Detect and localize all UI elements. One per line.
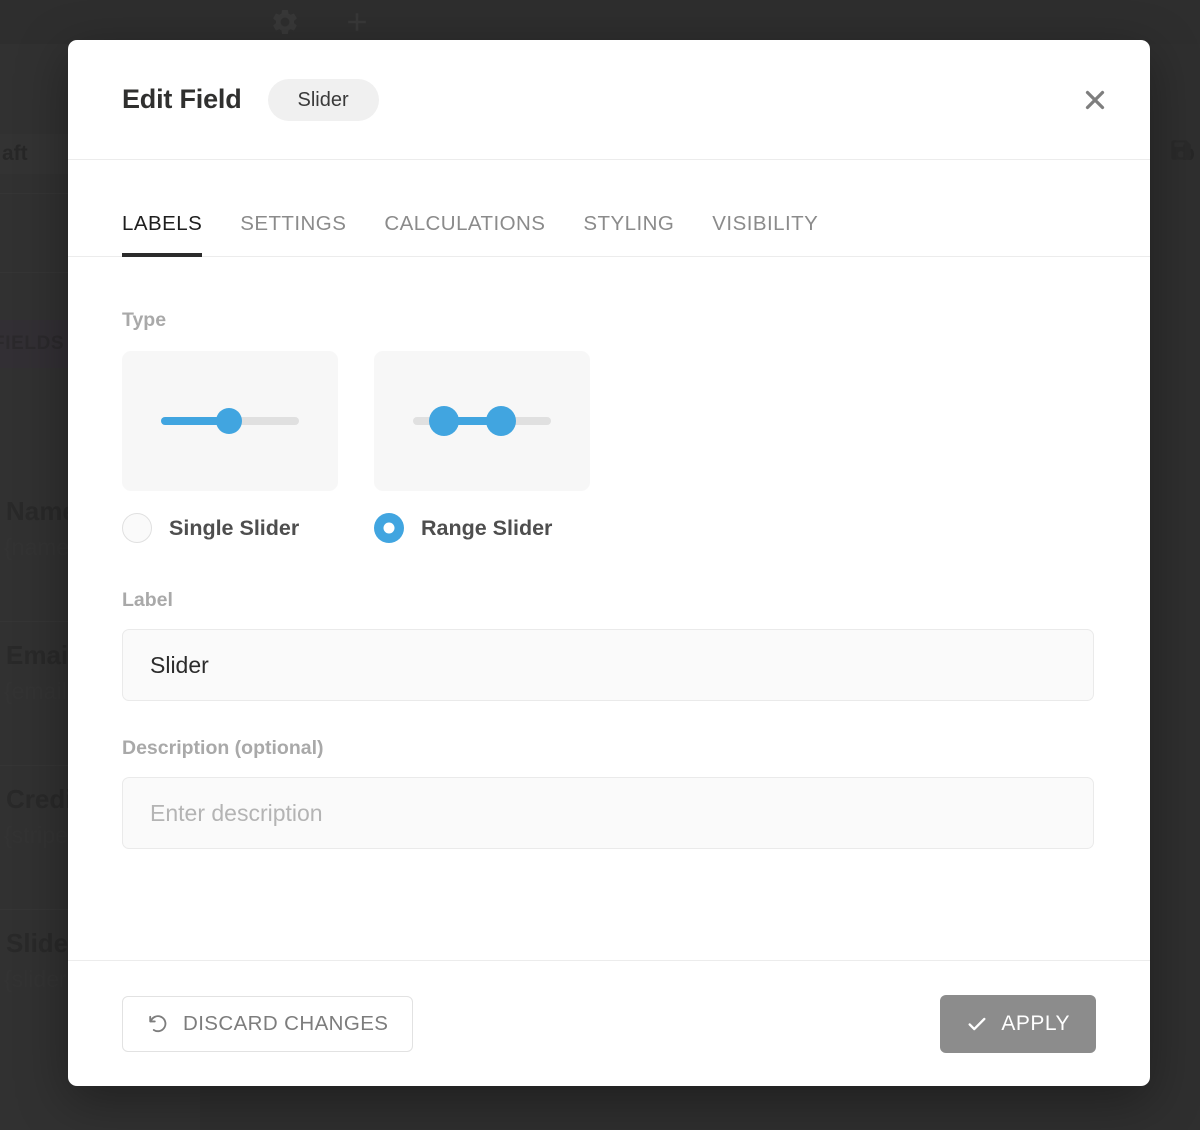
- description-field-group: Description (optional): [122, 737, 1096, 849]
- type-section-label: Type: [122, 309, 1096, 332]
- radio-indicator-selected: [374, 513, 404, 543]
- radio-indicator-unselected: [122, 513, 152, 543]
- tab-labels[interactable]: LABELS: [122, 190, 202, 257]
- discard-changes-button[interactable]: DISCARD CHANGES: [122, 996, 413, 1052]
- check-icon: [966, 1013, 988, 1035]
- close-button[interactable]: [1072, 77, 1118, 123]
- tab-visibility[interactable]: VISIBILITY: [712, 190, 818, 257]
- description-input[interactable]: [122, 777, 1094, 849]
- radio-label-range-slider: Range Slider: [421, 516, 552, 541]
- edit-field-modal: Edit Field Slider LABELS SETTINGS CALCUL…: [68, 40, 1150, 1086]
- page-title: Edit Field: [122, 84, 242, 115]
- tab-bar: LABELS SETTINGS CALCULATIONS STYLING VIS…: [68, 160, 1150, 257]
- range-slider-preview: [413, 406, 551, 436]
- label-field-group: Label: [122, 589, 1096, 701]
- description-field-label: Description (optional): [122, 737, 1096, 760]
- radio-range-slider[interactable]: Range Slider: [374, 513, 626, 543]
- modal-footer: DISCARD CHANGES APPLY: [68, 960, 1150, 1086]
- type-card-range-slider[interactable]: [374, 351, 590, 491]
- tab-settings[interactable]: SETTINGS: [240, 190, 346, 257]
- close-icon: [1080, 85, 1110, 115]
- type-card-single-slider[interactable]: [122, 351, 338, 491]
- tab-calculations[interactable]: CALCULATIONS: [384, 190, 545, 257]
- modal-body: Type: [68, 257, 1150, 960]
- type-radio-group: Single Slider Range Slider: [122, 513, 1096, 543]
- discard-changes-label: DISCARD CHANGES: [183, 1012, 388, 1036]
- type-card-group: [122, 351, 1096, 491]
- tab-styling[interactable]: STYLING: [583, 190, 674, 257]
- label-field-label: Label: [122, 589, 1096, 612]
- single-slider-preview: [161, 406, 299, 436]
- field-type-badge: Slider: [268, 79, 379, 121]
- radio-single-slider[interactable]: Single Slider: [122, 513, 374, 543]
- apply-label: APPLY: [1001, 1012, 1070, 1036]
- apply-button[interactable]: APPLY: [940, 995, 1096, 1053]
- modal-header: Edit Field Slider: [68, 40, 1150, 160]
- radio-label-single-slider: Single Slider: [169, 516, 299, 541]
- label-input[interactable]: [122, 629, 1094, 701]
- undo-icon: [147, 1013, 169, 1035]
